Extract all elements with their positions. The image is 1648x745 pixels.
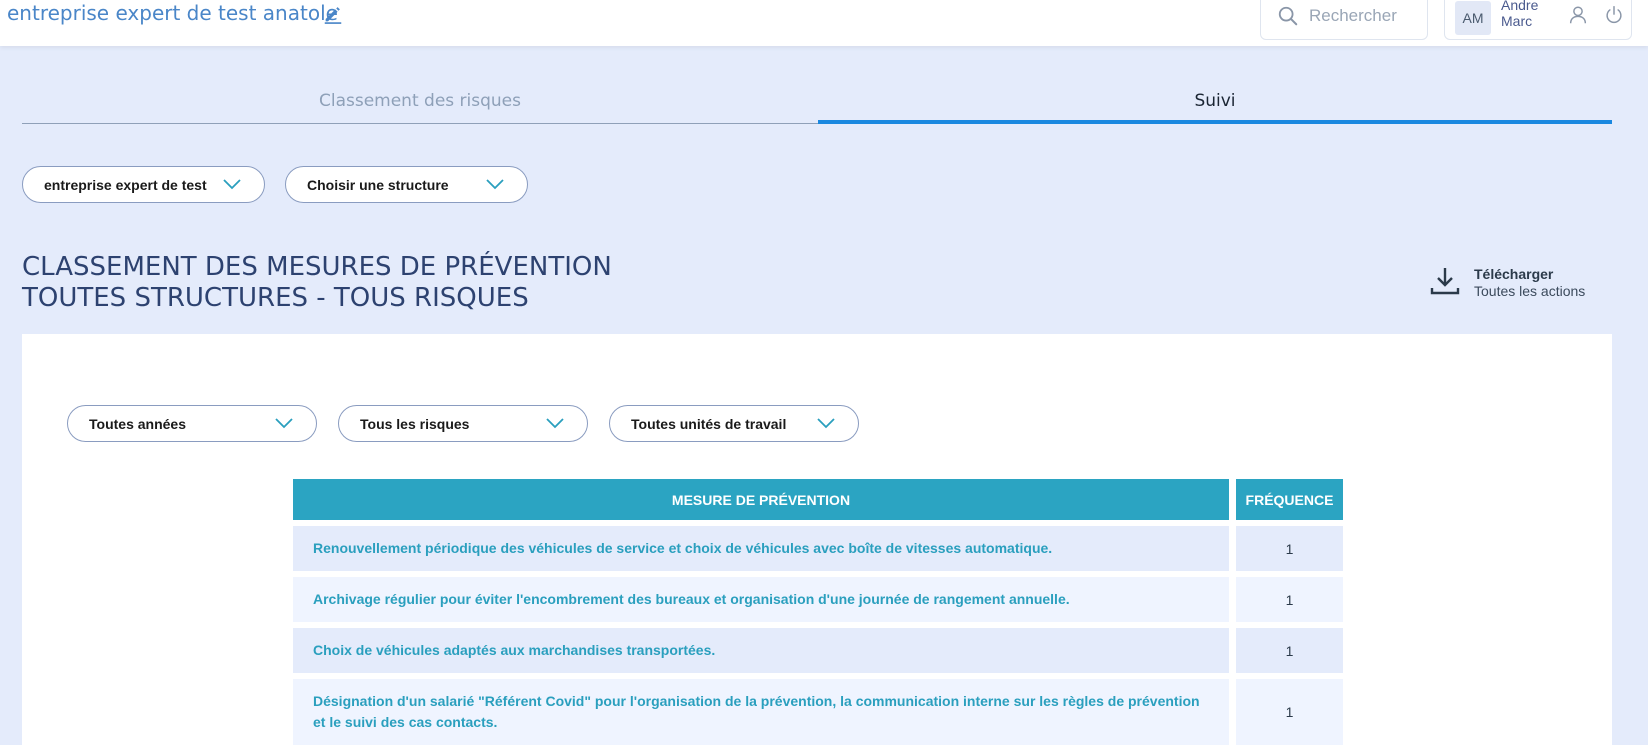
- page-title-line-1: CLASSEMENT DES MESURES DE PRÉVENTION: [22, 252, 612, 282]
- tab-bar: Classement des risques Suivi: [22, 86, 1612, 124]
- company-select-value: entreprise expert de test: [44, 177, 207, 193]
- years-select-value: Toutes années: [89, 416, 186, 432]
- risks-select-value: Tous les risques: [360, 416, 470, 432]
- power-logout-icon[interactable]: [1603, 3, 1625, 27]
- structure-select[interactable]: Choisir une structure: [285, 166, 528, 203]
- chevron-down-icon: [486, 179, 504, 190]
- tab-classement-des-risques[interactable]: Classement des risques: [22, 86, 818, 124]
- risks-select[interactable]: Tous les risques: [338, 405, 588, 442]
- pencil-edit-icon[interactable]: [322, 3, 344, 25]
- user-first-name: Andre: [1501, 0, 1539, 13]
- search-input[interactable]: Rechercher: [1309, 6, 1397, 26]
- search-icon: [1278, 6, 1298, 26]
- user-profile-icon[interactable]: [1567, 3, 1589, 27]
- download-title: Télécharger: [1474, 266, 1554, 282]
- table-row[interactable]: Archivage régulier pour éviter l'encombr…: [293, 577, 1343, 622]
- top-bar: entreprise expert de test anatole Recher…: [0, 0, 1648, 46]
- chevron-down-icon: [817, 418, 835, 429]
- page-title-line-2: TOUTES STRUCTURES - TOUS RISQUES: [22, 283, 529, 313]
- table-row[interactable]: Choix de véhicules adaptés aux marchandi…: [293, 628, 1343, 673]
- company-select[interactable]: entreprise expert de test: [22, 166, 265, 203]
- column-header-mesure[interactable]: MESURE DE PRÉVENTION: [293, 479, 1229, 520]
- work-units-select-value: Toutes unités de travail: [631, 416, 787, 432]
- search-box[interactable]: Rechercher: [1260, 0, 1428, 40]
- tab-suivi[interactable]: Suivi: [818, 86, 1612, 124]
- column-header-frequence[interactable]: FRÉQUENCE: [1236, 479, 1343, 520]
- frequence-cell: 1: [1236, 577, 1343, 622]
- user-last-name: Marc: [1501, 13, 1533, 29]
- chevron-down-icon: [546, 418, 564, 429]
- chevron-down-icon: [223, 179, 241, 190]
- mesure-cell[interactable]: Choix de véhicules adaptés aux marchandi…: [293, 628, 1229, 673]
- avatar[interactable]: AM: [1455, 1, 1491, 35]
- mesure-cell[interactable]: Renouvellement périodique des véhicules …: [293, 526, 1229, 571]
- work-units-select[interactable]: Toutes unités de travail: [609, 405, 859, 442]
- download-icon: [1430, 268, 1460, 295]
- user-name: Andre Marc: [1501, 0, 1538, 29]
- company-title: entreprise expert de test anatole: [7, 1, 338, 25]
- frequence-cell: 1: [1236, 526, 1343, 571]
- download-subtitle: Toutes les actions: [1474, 283, 1586, 299]
- table-row[interactable]: Renouvellement périodique des véhicules …: [293, 526, 1343, 571]
- table-row[interactable]: Désignation d'un salarié "Référent Covid…: [293, 679, 1343, 745]
- frequence-cell: 1: [1236, 628, 1343, 673]
- frequence-cell: 1: [1236, 679, 1343, 745]
- chevron-down-icon: [275, 418, 293, 429]
- page-title: CLASSEMENT DES MESURES DE PRÉVENTION TOU…: [22, 252, 612, 314]
- mesure-cell[interactable]: Archivage régulier pour éviter l'encombr…: [293, 577, 1229, 622]
- mesure-cell[interactable]: Désignation d'un salarié "Référent Covid…: [293, 679, 1229, 745]
- years-select[interactable]: Toutes années: [67, 405, 317, 442]
- user-panel: AM Andre Marc: [1444, 0, 1632, 40]
- structure-select-value: Choisir une structure: [307, 177, 449, 193]
